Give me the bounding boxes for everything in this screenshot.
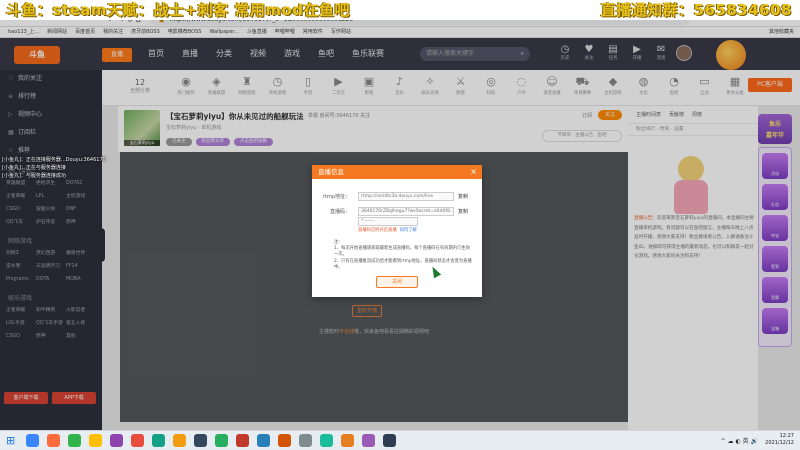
- taskbar-app-icon[interactable]: [110, 434, 123, 447]
- copy-rtmp-button[interactable]: 复制: [458, 193, 468, 200]
- hint-link[interactable]: 如何了解: [400, 228, 417, 233]
- dialog-header: 直播信息 ×: [312, 165, 482, 179]
- taskbar-app-icon[interactable]: [383, 434, 396, 447]
- clock-date: 2021/12/12: [765, 440, 794, 446]
- taskbar-app-icon[interactable]: [362, 434, 375, 447]
- hint-text: 直播码已经开启直播: [358, 228, 397, 233]
- chat-log: [小鱼丸]：正在连接服务器...Douyu:3646170 [小鱼丸]：正在与服务…: [2, 156, 106, 180]
- key-label: 直播码：: [329, 209, 350, 215]
- taskbar-app-icon[interactable]: [278, 434, 291, 447]
- system-tray[interactable]: ^ ☁ ◐ 英 🔊: [721, 436, 758, 445]
- chat-line: [小鱼丸]：正在与服务器连接: [2, 165, 66, 171]
- rtmp-row: rtmp地址：: [320, 193, 354, 200]
- taskbar-app-icon[interactable]: [68, 434, 81, 447]
- taskbar-app-icon[interactable]: [299, 434, 312, 447]
- taskbar-app-icon[interactable]: [131, 434, 144, 447]
- taskbar-app-icon[interactable]: [341, 434, 354, 447]
- taskbar-app-icon[interactable]: [194, 434, 207, 447]
- windows-taskbar: ⊞ ^ ☁ ◐ 英 🔊 12:27 2021/12/12: [0, 430, 800, 450]
- stream-hint: 直播码已经开启直播 如何了解: [358, 227, 417, 233]
- key-row: 直播码：: [320, 208, 354, 215]
- taskbar-app-icon[interactable]: [236, 434, 249, 447]
- taskbar-app-icon[interactable]: [89, 434, 102, 447]
- copy-key-button[interactable]: 复制: [458, 208, 468, 215]
- taskbar-app-icon[interactable]: [173, 434, 186, 447]
- taskbar-app-icon[interactable]: [47, 434, 60, 447]
- clock-time: 12:27: [779, 433, 794, 439]
- stream-key-field[interactable]: 3646170rZBqlhegu7?wsSecret=d4d0f8...: [358, 207, 454, 216]
- dialog-close-button[interactable]: 关闭: [376, 276, 418, 288]
- rtmp-label: rtmp地址：: [322, 194, 350, 200]
- overlay-right-text: 直播通知群：565834608: [600, 1, 792, 19]
- live-info-dialog: 直播信息 × rtmp地址： rtmp://sendtc3a.douyu.com/…: [312, 165, 482, 297]
- close-icon[interactable]: ×: [470, 165, 477, 179]
- windows-start-icon[interactable]: ⊞: [6, 435, 17, 446]
- chat-line: [小鱼丸]：与服务器连接成功: [2, 173, 66, 179]
- taskbar-clock[interactable]: 12:27 2021/12/12: [760, 433, 794, 447]
- chat-line: [小鱼丸]：正在连接服务器...Douyu:3646170: [2, 157, 106, 163]
- taskbar-app-icon[interactable]: [215, 434, 228, 447]
- key-select[interactable]: * ------: [358, 217, 418, 226]
- taskbar-app-icon[interactable]: [257, 434, 270, 447]
- taskbar-app-icon[interactable]: [320, 434, 333, 447]
- dialog-title: 直播信息: [318, 168, 344, 176]
- dialog-notes: 注： 1、每次开始直播请获取最新生成直播码，每个直播码在有效期内只生效一次。 2…: [334, 240, 472, 270]
- taskbar-app-icon[interactable]: [26, 434, 39, 447]
- taskbar-app-icon[interactable]: [152, 434, 165, 447]
- stream-overlay-banner: 斗鱼：steam天赋：战士+刺客 常用mod在鱼吧 直播通知群：56583460…: [0, 0, 800, 20]
- rtmp-field[interactable]: rtmp://sendtc3a.douyu.com/live: [358, 192, 454, 201]
- taskbar-apps: [26, 434, 404, 449]
- overlay-left-text: 斗鱼：steam天赋：战士+刺客 常用mod在鱼吧: [6, 1, 350, 19]
